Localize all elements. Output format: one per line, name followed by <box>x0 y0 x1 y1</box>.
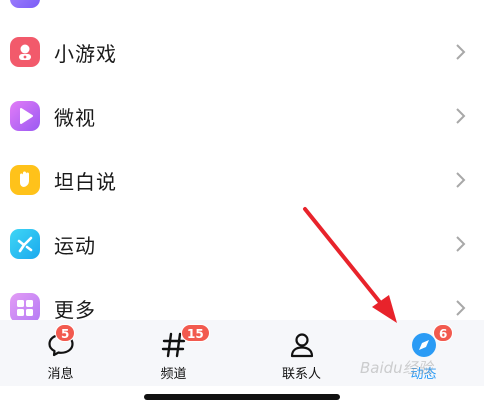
tab-contacts[interactable]: 联系人 <box>241 320 362 386</box>
menu-item-label: 坦白说 <box>54 169 117 194</box>
home-indicator[interactable] <box>144 394 340 400</box>
tab-messages[interactable]: 5 消息 <box>0 320 121 386</box>
play-icon <box>10 101 40 131</box>
menu-item-label: 微视 <box>54 105 96 130</box>
grid-icon <box>10 293 40 323</box>
tab-label: 消息 <box>47 367 74 382</box>
badge-count: 15 <box>181 324 210 342</box>
hand-icon <box>10 165 40 195</box>
menu-item-tanbaishuo[interactable]: 坦白说 <box>0 150 484 210</box>
running-icon <box>10 229 40 259</box>
badge-count: 5 <box>55 324 76 342</box>
menu-item-mini-games[interactable]: 小游戏 <box>0 22 484 82</box>
menu-item-label: 运动 <box>54 233 96 258</box>
person-icon <box>290 333 313 358</box>
badge-count: 6 <box>433 324 454 342</box>
menu-item-weishi[interactable]: 微视 <box>0 86 484 146</box>
chevron-right-icon <box>456 108 466 124</box>
tab-label: 频道 <box>160 367 187 382</box>
watermark: Baidu经验 <box>360 359 433 377</box>
chevron-right-icon <box>456 236 466 252</box>
game-controller-icon <box>10 37 40 67</box>
tab-label: 联系人 <box>281 367 321 382</box>
chevron-right-icon <box>456 300 466 316</box>
screen: 小游戏 微视 坦白说 运动 更多 5 消息 15 频道 联系人 6 动态 Bai… <box>0 0 484 405</box>
menu-item-label: 小游戏 <box>54 41 117 66</box>
chevron-right-icon <box>456 172 466 188</box>
tab-channels[interactable]: 15 频道 <box>113 320 234 386</box>
menu-item-label: 更多 <box>54 297 96 322</box>
menu-item-sports[interactable]: 运动 <box>0 214 484 274</box>
partial-app-icon <box>10 0 40 8</box>
chevron-right-icon <box>456 44 466 60</box>
